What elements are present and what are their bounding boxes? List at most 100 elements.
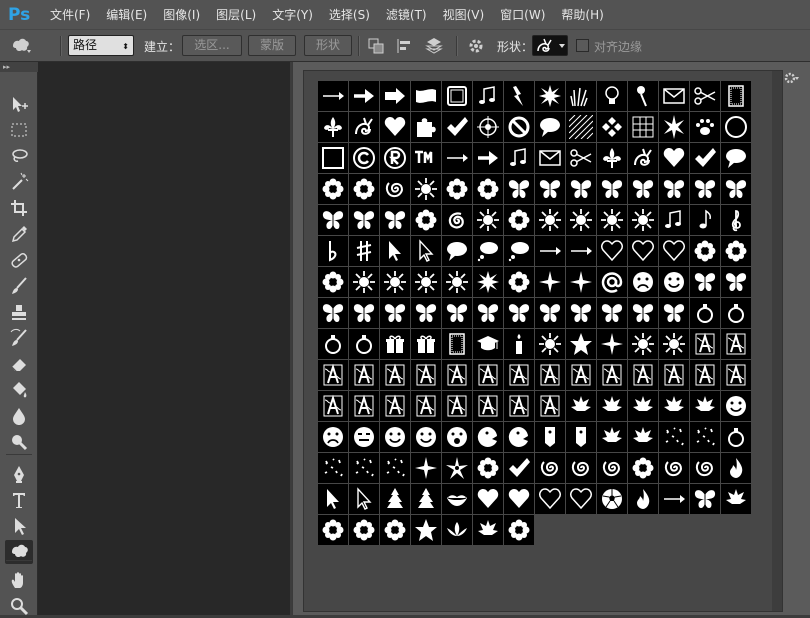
shape-swatch-ornament[interactable] (349, 329, 379, 359)
shape-swatch-starburst[interactable] (473, 267, 503, 297)
shape-swatch-flower[interactable] (318, 174, 348, 204)
shape-swatch-letter[interactable] (349, 391, 379, 421)
make-selection-button[interactable]: 选区... (182, 35, 242, 56)
path-arrangement-icon[interactable] (424, 36, 444, 56)
shape-swatch-smiley[interactable] (380, 422, 410, 452)
shape-swatch-butterfly[interactable] (380, 205, 410, 235)
shape-swatch-butterfly[interactable] (535, 174, 565, 204)
shape-swatch-banner[interactable] (411, 81, 441, 111)
shape-swatch-cursor-outline[interactable] (349, 484, 379, 514)
zoom-tool-button[interactable] (5, 594, 33, 618)
shape-swatch-letter[interactable] (535, 360, 565, 390)
shape-swatch-leaf[interactable] (628, 391, 658, 421)
menu-edit[interactable]: 编辑(E) (100, 6, 153, 23)
shape-swatch-lotus[interactable] (442, 515, 472, 545)
menu-help[interactable]: 帮助(H) (555, 6, 609, 23)
shape-swatch-trademark[interactable] (411, 143, 441, 173)
shape-swatch-tag[interactable] (535, 422, 565, 452)
shape-swatch-leaf[interactable] (721, 484, 751, 514)
shape-swatch-gift[interactable] (380, 329, 410, 359)
shape-swatch-grass[interactable] (566, 81, 596, 111)
shape-swatch-frame-tall[interactable] (721, 81, 751, 111)
shape-swatch-smiley[interactable] (659, 267, 689, 297)
shape-swatch-butterfly[interactable] (318, 298, 348, 328)
shape-swatch-burst[interactable] (659, 112, 689, 142)
shape-swatch-speech-bubble[interactable] (535, 112, 565, 142)
shape-swatch-spiral[interactable] (442, 205, 472, 235)
shape-swatch-leaf[interactable] (597, 391, 627, 421)
shape-swatch-arrow-thin[interactable] (566, 236, 596, 266)
shape-swatch-flower[interactable] (349, 174, 379, 204)
shape-swatch-arrow-thin[interactable] (535, 236, 565, 266)
shape-swatch-flower[interactable] (473, 174, 503, 204)
shape-swatch-checkmark[interactable] (690, 143, 720, 173)
shape-swatch-butterfly[interactable] (504, 174, 534, 204)
shape-swatch-gift[interactable] (411, 329, 441, 359)
shape-swatch-smiley[interactable] (721, 391, 751, 421)
shape-swatch-heart[interactable] (380, 112, 410, 142)
shape-swatch-sun[interactable] (442, 267, 472, 297)
shape-swatch-tree[interactable] (380, 484, 410, 514)
toolbox-collapse-handle[interactable]: ▸▸ (0, 62, 38, 72)
shape-swatch-sharp[interactable] (349, 236, 379, 266)
shape-swatch-letter[interactable] (566, 360, 596, 390)
shape-swatch-letter[interactable] (504, 360, 534, 390)
shape-swatch-target[interactable] (473, 112, 503, 142)
shape-swatch-letter[interactable] (690, 329, 720, 359)
shape-swatch-letter[interactable] (411, 391, 441, 421)
paint-bucket-tool-button[interactable] (5, 378, 33, 402)
shape-swatch-snail[interactable] (628, 143, 658, 173)
shape-swatch-butterfly[interactable] (659, 174, 689, 204)
shape-swatch-arrow-bold[interactable] (473, 143, 503, 173)
shape-swatch-butterfly[interactable] (349, 205, 379, 235)
shape-swatch-butterfly[interactable] (380, 298, 410, 328)
type-tool-button[interactable] (5, 488, 33, 512)
shape-swatch-fleur-de-lis[interactable] (597, 143, 627, 173)
shape-swatch-arrow-thin[interactable] (659, 484, 689, 514)
shape-swatch-heart[interactable] (473, 484, 503, 514)
shape-swatch-letter[interactable] (473, 391, 503, 421)
shape-swatch-cursor-outline[interactable] (411, 236, 441, 266)
shape-swatch-ornament[interactable] (721, 298, 751, 328)
shape-swatch-starfish[interactable] (442, 453, 472, 483)
hand-tool-button[interactable] (5, 568, 33, 592)
shape-swatch-letter[interactable] (597, 360, 627, 390)
shape-swatch-music-notes[interactable] (473, 81, 503, 111)
shape-swatch-lightbulb[interactable] (597, 81, 627, 111)
shape-swatch-music-notes[interactable] (659, 205, 689, 235)
shape-swatch-flower[interactable] (442, 174, 472, 204)
shape-swatch-thought-bubble[interactable] (473, 236, 503, 266)
align-edges-checkbox[interactable] (576, 39, 589, 52)
menu-type[interactable]: 文字(Y) (266, 6, 319, 23)
shape-swatch-swirl[interactable] (690, 453, 720, 483)
brush-tool-button[interactable] (5, 274, 33, 298)
shape-swatch-sad-face[interactable] (318, 422, 348, 452)
shape-swatch-fleur-de-lis[interactable] (318, 112, 348, 142)
clone-stamp-tool-button[interactable] (5, 300, 33, 324)
shape-swatch-flower[interactable] (628, 453, 658, 483)
shape-swatch-star-4[interactable] (597, 329, 627, 359)
shape-swatch-heart-outline[interactable] (659, 236, 689, 266)
shape-swatch-butterfly[interactable] (690, 484, 720, 514)
make-shape-button[interactable]: 形状 (304, 35, 352, 56)
shape-swatch-ornament[interactable] (318, 329, 348, 359)
shape-swatch-sparkle[interactable] (380, 453, 410, 483)
shape-swatch-registered[interactable] (380, 143, 410, 173)
shape-swatch-butterfly[interactable] (597, 298, 627, 328)
lasso-tool-button[interactable] (5, 144, 33, 168)
shape-swatch-letter[interactable] (442, 360, 472, 390)
shape-swatch-swirl[interactable] (380, 174, 410, 204)
shape-swatch-arrow-block[interactable] (380, 81, 410, 111)
shape-swatch-sun[interactable] (535, 205, 565, 235)
shape-swatch-flower[interactable] (318, 515, 348, 545)
eraser-tool-button[interactable] (5, 352, 33, 376)
shape-swatch-butterfly[interactable] (690, 174, 720, 204)
shape-swatch-ornament[interactable] (721, 422, 751, 452)
shape-swatch-sun[interactable] (411, 174, 441, 204)
shape-swatch-flower[interactable] (504, 267, 534, 297)
shape-swatch-sun[interactable] (628, 205, 658, 235)
shape-swatch-arrow-thin[interactable] (318, 81, 348, 111)
path-alignment-icon[interactable] (395, 36, 415, 56)
shape-swatch-butterfly[interactable] (721, 267, 751, 297)
shape-swatch-candle[interactable] (504, 329, 534, 359)
